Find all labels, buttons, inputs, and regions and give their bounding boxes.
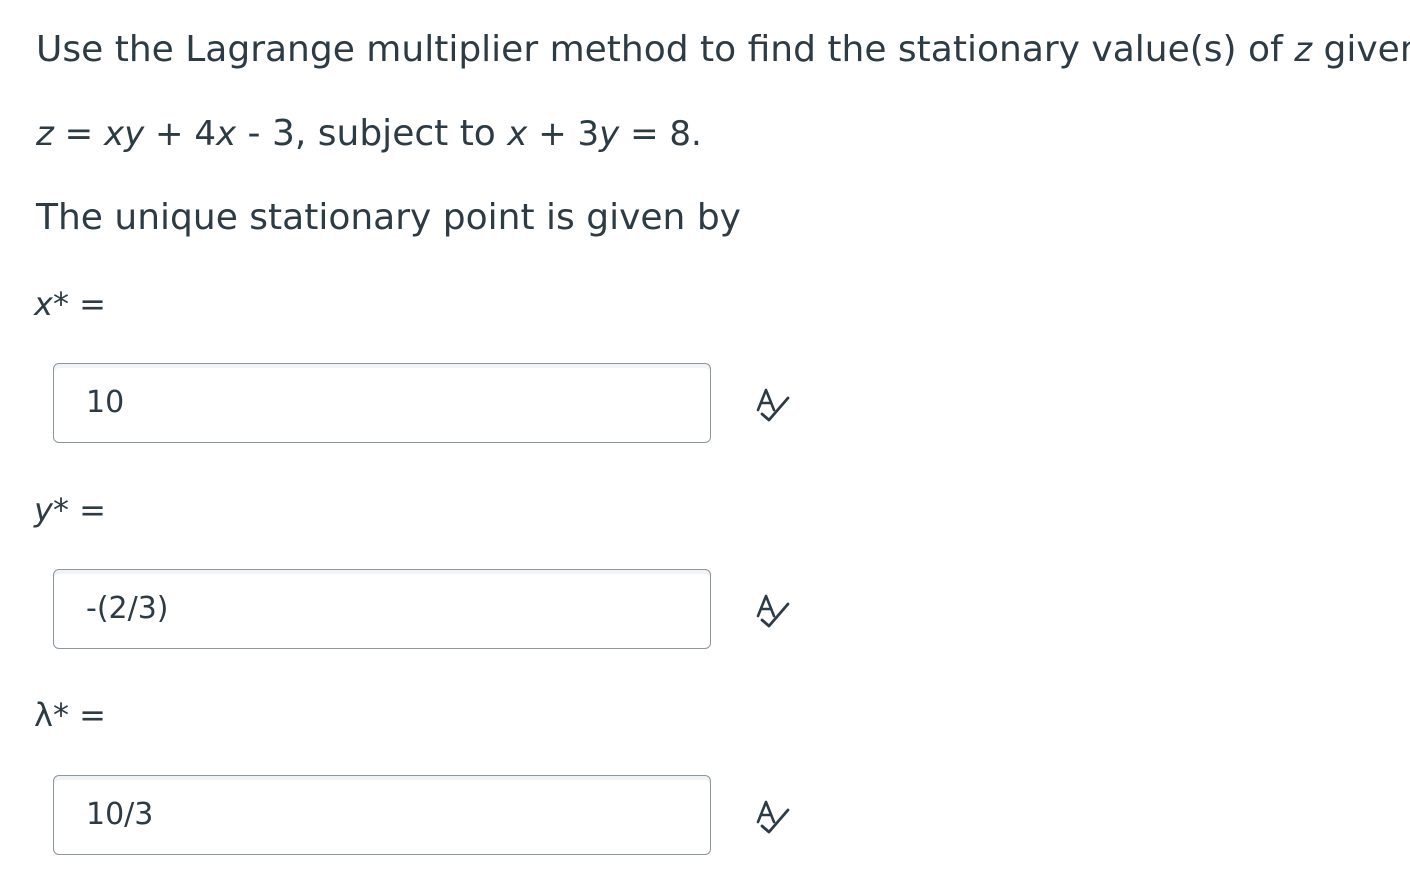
spellcheck-icon[interactable] bbox=[752, 590, 792, 630]
answer-var-x: x bbox=[34, 285, 53, 323]
answer-value-lambda: 10/3 bbox=[86, 797, 154, 832]
answer-suffix-y: * = bbox=[52, 491, 106, 529]
answer-label-y: y* = bbox=[34, 490, 106, 530]
answer-value-y: -(2/3) bbox=[86, 591, 169, 626]
eq-z: z bbox=[36, 114, 54, 154]
question-intro-text: Use the Lagrange multiplier method to fi… bbox=[36, 29, 1295, 70]
eq-part3: - 3, subject to bbox=[236, 113, 508, 154]
question-intro: Use the Lagrange multiplier method to fi… bbox=[36, 29, 1410, 71]
question-intro-end: given by bbox=[1323, 29, 1410, 70]
eq-x1: x bbox=[215, 114, 237, 154]
eq-x2: x bbox=[507, 114, 528, 154]
question-subheading: The unique stationary point is given by bbox=[36, 197, 741, 238]
answer-label-x: x* = bbox=[34, 284, 106, 324]
answer-value-x: 10 bbox=[86, 385, 125, 420]
question-intro-var: z bbox=[1294, 30, 1313, 70]
answer-suffix-lambda: * = bbox=[52, 696, 106, 734]
eq-part5: = 8. bbox=[619, 114, 702, 154]
eq-part2: + 4 bbox=[144, 114, 216, 154]
answer-input-y[interactable]: -(2/3) bbox=[53, 569, 711, 649]
eq-part1: = bbox=[53, 114, 104, 154]
spellcheck-icon[interactable] bbox=[752, 384, 792, 424]
eq-xy: xy bbox=[103, 114, 145, 154]
answer-suffix-x: * = bbox=[52, 285, 106, 323]
eq-y: y bbox=[599, 114, 620, 154]
spellcheck-icon[interactable] bbox=[752, 796, 792, 836]
answer-label-lambda: λ* = bbox=[34, 695, 106, 735]
answer-var-y: y bbox=[34, 491, 53, 529]
answer-input-x[interactable]: 10 bbox=[53, 363, 711, 443]
eq-part4: + 3 bbox=[527, 114, 600, 154]
question-equation: z = xy + 4x - 3, subject to x + 3y = 8. bbox=[36, 113, 702, 155]
answer-var-lambda: λ bbox=[34, 696, 53, 734]
answer-input-lambda[interactable]: 10/3 bbox=[53, 775, 711, 855]
